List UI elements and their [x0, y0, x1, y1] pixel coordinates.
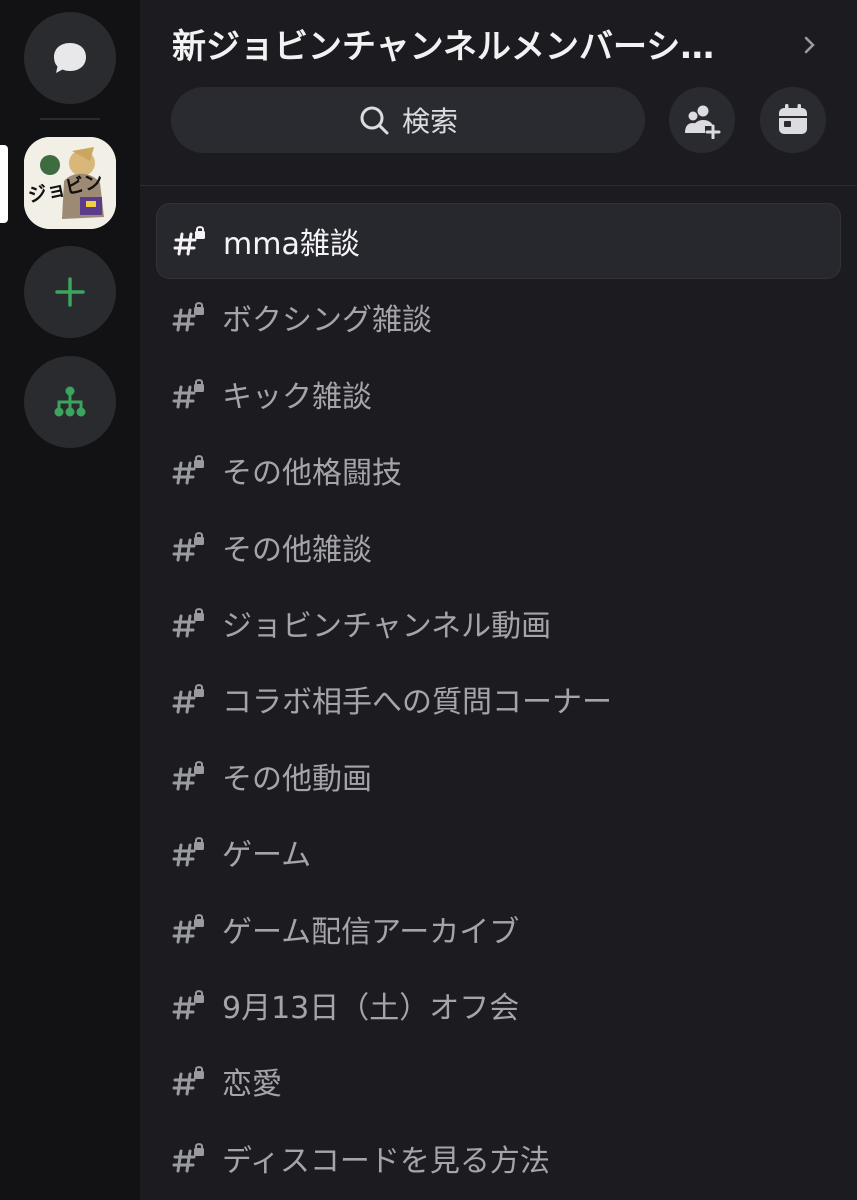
locked-channel-hash-icon: [172, 455, 204, 485]
channel-item[interactable]: 恋愛: [156, 1043, 841, 1119]
hierarchy-icon: [54, 386, 86, 417]
locked-channel-hash-icon: [172, 684, 204, 714]
channel-item[interactable]: ゲーム: [156, 814, 841, 890]
search-button[interactable]: 検索: [171, 87, 645, 153]
chevron-right-icon[interactable]: [800, 30, 820, 60]
channel-name: mma雑談: [223, 227, 360, 262]
channel-name: ボクシング雑談: [222, 303, 432, 339]
chat-bubble-icon: [54, 43, 86, 73]
locked-channel-hash-icon: [172, 760, 204, 791]
locked-channel-hash-icon: [172, 990, 204, 1020]
locked-channel-hash-icon: [172, 1066, 204, 1096]
direct-messages-button[interactable]: [24, 12, 116, 104]
channel-item[interactable]: ゲーム配信アーカイブ: [156, 891, 841, 967]
locked-channel-hash-icon: [173, 226, 205, 256]
channel-item[interactable]: その他格闘技: [156, 432, 841, 508]
channel-list: mma雑談ボクシング雑談 キック雑談その他格闘技 その他雑談ジョビンチャンネル動画コ…: [156, 203, 841, 1196]
server-header: 新ジョビンチャンネルメンバーシ… 検索: [140, 0, 857, 186]
search-label: 検索: [401, 105, 458, 138]
channel-item[interactable]: ジョビンチャンネル動画: [156, 585, 841, 661]
locked-channel-hash-icon: [172, 608, 204, 638]
discover-button[interactable]: [24, 356, 116, 448]
server-icon[interactable]: ジョビン: [24, 137, 116, 229]
channel-item[interactable]: ボクシング雑談: [156, 279, 841, 355]
add-person-icon: [685, 105, 721, 139]
server-title[interactable]: 新ジョビンチャンネルメンバーシ…: [172, 22, 792, 72]
channel-item[interactable]: コラボ相手への質問コーナー: [156, 661, 841, 737]
rail-divider: [40, 118, 100, 120]
server-logo-icon: ジョビン: [24, 137, 116, 229]
search-icon: [360, 106, 389, 135]
channel-name: その他雑談: [222, 532, 372, 568]
channel-name: 恋愛: [222, 1067, 282, 1103]
channel-panel: 新ジョビンチャンネルメンバーシ… 検索 mma雑談 ボクシング雑談 キック雑談 …: [140, 0, 857, 1200]
channel-name: その他動画: [222, 761, 372, 797]
selected-server-indicator: [0, 145, 8, 223]
events-button[interactable]: [760, 87, 826, 153]
add-server-button[interactable]: [24, 246, 116, 338]
channel-item[interactable]: mma雑談: [156, 203, 841, 279]
channel-item[interactable]: その他動画: [156, 738, 841, 814]
channel-name: コラボ相手への質問コーナー: [222, 685, 612, 721]
channel-name: その他格闘技: [222, 456, 402, 492]
channel-name: 9月13日（土）オフ会: [222, 990, 520, 1026]
channel-name: ゲーム: [222, 838, 312, 874]
channel-name: キック雑談: [222, 379, 372, 415]
invite-members-button[interactable]: [669, 87, 735, 153]
locked-channel-hash-icon: [172, 378, 204, 409]
locked-channel-hash-icon: [172, 913, 204, 944]
plus-icon: [55, 277, 85, 307]
server-rail: ジョビン: [0, 0, 140, 1200]
channel-name: ジョビンチャンネル動画: [222, 608, 552, 644]
channel-item[interactable]: キック雑談: [156, 356, 841, 432]
channel-item[interactable]: その他雑談: [156, 509, 841, 585]
locked-channel-hash-icon: [172, 1142, 204, 1173]
calendar-icon: [779, 104, 807, 134]
channel-item[interactable]: 9月13日（土）オフ会: [156, 967, 841, 1043]
locked-channel-hash-icon: [172, 302, 204, 332]
channel-name: ディスコードを見る方法: [222, 1143, 550, 1179]
channel-name: ゲーム配信アーカイブ: [222, 914, 520, 950]
channel-item[interactable]: ディスコードを見る方法: [156, 1120, 841, 1196]
locked-channel-hash-icon: [172, 837, 204, 867]
locked-channel-hash-icon: [172, 531, 204, 562]
